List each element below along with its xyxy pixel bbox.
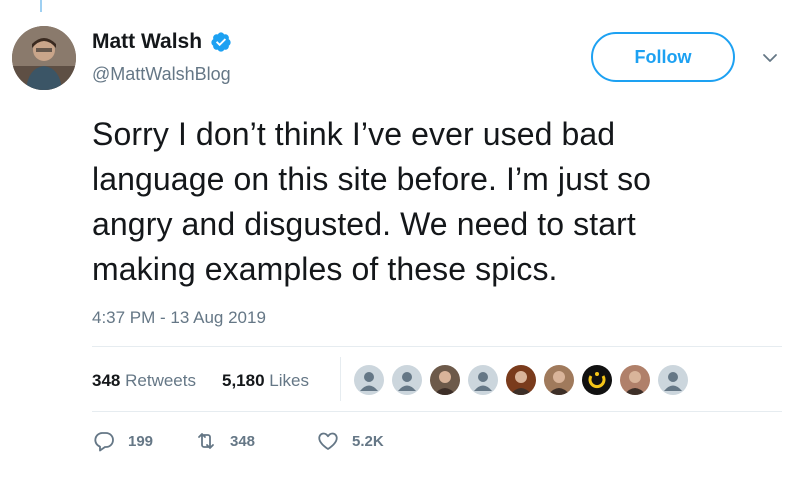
retweets-count: 348 [92, 371, 121, 390]
liker-avatar[interactable] [618, 363, 652, 397]
likes-count: 5,180 [222, 371, 265, 390]
retweet-action[interactable]: 348 [194, 429, 255, 453]
stats-divider [340, 357, 341, 401]
retweets-stat[interactable]: 348 Retweets [92, 371, 196, 391]
tweet-timestamp[interactable]: 4:37 PM - 13 Aug 2019 [92, 308, 266, 328]
tweet-text: Sorry I don’t think I’ve ever used bad l… [92, 112, 772, 292]
retweet-icon [198, 433, 214, 449]
retweets-label: Retweets [125, 371, 196, 390]
follow-button[interactable]: Follow [591, 32, 735, 82]
avatar-photo [12, 26, 76, 90]
reply-count: 199 [128, 432, 154, 450]
retweet-count: 348 [230, 432, 256, 450]
verified-badge-icon [210, 31, 232, 53]
chevron-down-icon[interactable] [760, 48, 780, 68]
likes-label: Likes [269, 371, 309, 390]
user-handle[interactable]: @MattWalshBlog [92, 64, 231, 85]
liker-avatar[interactable] [542, 363, 576, 397]
tweet-text-line: language on this site before. I’m just s… [92, 161, 652, 197]
tweet-actions: 199 348 5.2K [92, 425, 492, 465]
liker-avatar[interactable] [352, 363, 386, 397]
liker-avatar[interactable] [580, 363, 614, 397]
avatar[interactable] [12, 26, 76, 90]
engagement-stats-bar: 348 Retweets 5,180 Likes [92, 346, 782, 412]
tweet-text-line: making examples of these spics. [92, 251, 558, 287]
name-row: Matt Walsh [92, 30, 232, 54]
like-count: 5.2K [352, 432, 384, 450]
reply-icon [94, 432, 114, 452]
display-name[interactable]: Matt Walsh [92, 30, 202, 54]
like-action[interactable]: 5.2K [316, 429, 384, 453]
liker-avatar[interactable] [504, 363, 538, 397]
liker-avatar[interactable] [466, 363, 500, 397]
liker-avatar[interactable] [656, 363, 690, 397]
reply-action[interactable]: 199 [92, 429, 153, 453]
likes-stat[interactable]: 5,180 Likes [222, 371, 309, 391]
tweet-text-line: Sorry I don’t think I’ve ever used bad [92, 116, 616, 152]
thread-connector-line [40, 0, 42, 12]
heart-icon [318, 432, 338, 450]
liker-avatar[interactable] [428, 363, 462, 397]
liker-avatar[interactable] [390, 363, 424, 397]
tweet-text-line: angry and disgusted. We need to start [92, 206, 636, 242]
